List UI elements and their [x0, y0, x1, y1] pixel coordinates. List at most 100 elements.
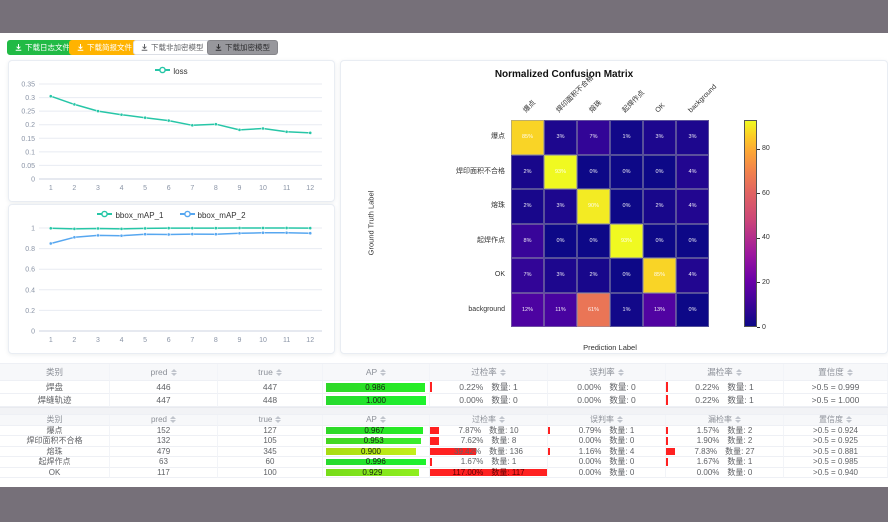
column-header-label: pred [150, 367, 167, 377]
sort-icon[interactable] [171, 369, 177, 376]
cell-misjudge-rate: 0.00%数量: 0 [548, 468, 666, 479]
rate-percent: 0.00% [577, 382, 601, 392]
svg-text:1: 1 [31, 226, 35, 233]
rate-percent: 1.57% [697, 426, 720, 435]
column-header-label: 误判率 [590, 415, 614, 425]
cell-true: 448 [218, 394, 323, 407]
legend-item-loss[interactable]: loss [155, 66, 187, 76]
download-encrypted-model-button[interactable]: 下载加密模型 [207, 40, 278, 55]
download-log-button[interactable]: 下载日志文件 [7, 40, 78, 55]
svg-text:5: 5 [143, 185, 147, 192]
rate-percent: 0.22% [695, 395, 719, 405]
download-report-button[interactable]: 下载简报文件 [69, 40, 140, 55]
cell-ap: 0.900 [323, 447, 430, 458]
column-header[interactable]: true [218, 364, 323, 381]
svg-text:8: 8 [214, 185, 218, 192]
sort-icon[interactable] [500, 369, 506, 376]
matrix-column-label: 爆点 [522, 99, 538, 115]
column-header[interactable]: true [218, 415, 323, 426]
ap-value: 0.900 [361, 447, 381, 456]
cell-true: 345 [218, 447, 323, 458]
svg-text:6: 6 [167, 185, 171, 192]
column-header[interactable]: AP [323, 364, 430, 381]
sort-icon[interactable] [170, 416, 176, 423]
metrics-tables: 类别predtrueAP过检率误判率漏检率置信度焊盘4464470.9860.2… [0, 363, 888, 478]
rate-percent: 7.83% [694, 447, 717, 456]
cell-ap: 0.996 [323, 457, 430, 468]
sort-icon[interactable] [617, 416, 623, 423]
svg-text:0.15: 0.15 [21, 136, 35, 143]
column-header[interactable]: pred [110, 415, 218, 426]
column-header[interactable]: 误判率 [548, 415, 666, 426]
column-header[interactable]: 置信度 [784, 364, 888, 381]
training-dashboard: 下载日志文件 下载简报文件 下载非加密模型 下载加密模型 loss 00.050… [0, 0, 888, 522]
column-header[interactable]: 过检率 [430, 415, 548, 426]
svg-text:2: 2 [72, 337, 76, 344]
cell-miss-rate: 0.22%数量: 1 [666, 381, 784, 394]
column-header[interactable]: AP [323, 415, 430, 426]
column-header-label: AP [366, 367, 377, 377]
matrix-column-label: 熔珠 [588, 99, 604, 115]
sort-icon[interactable] [736, 369, 742, 376]
svg-text:4: 4 [120, 337, 124, 344]
sort-icon[interactable] [275, 416, 281, 423]
matrix-cell: 13% [643, 293, 676, 328]
sort-icon[interactable] [618, 369, 624, 376]
cell-overdetect-rate: 7.62%数量: 8 [430, 436, 548, 447]
matrix-cell: 3% [676, 120, 709, 155]
rate-percent: 0.00% [577, 395, 601, 405]
ap-bar: 0.967 [326, 427, 426, 434]
column-header-label: pred [151, 415, 167, 424]
matrix-cell: 0% [676, 224, 709, 259]
svg-text:6: 6 [167, 337, 171, 344]
download-icon [141, 44, 148, 51]
rate-bar [548, 427, 550, 435]
sort-icon[interactable] [499, 416, 505, 423]
cell-class: OK [0, 468, 110, 479]
rate-percent: 1.67% [697, 457, 720, 466]
matrix-cell: 3% [643, 120, 676, 155]
column-header[interactable]: 漏检率 [666, 415, 784, 426]
matrix-cell: 0% [610, 189, 643, 224]
rate-bar [666, 458, 668, 466]
matrix-row-label: background [403, 306, 505, 314]
rate-percent: 7.87% [458, 426, 481, 435]
loss-line-chart: 00.050.10.150.20.250.30.3512345678910111… [11, 79, 330, 198]
column-header[interactable]: 置信度 [784, 415, 888, 426]
cell-overdetect-rate: 7.87%数量: 10 [430, 426, 548, 437]
sort-icon[interactable] [380, 416, 386, 423]
cell-miss-rate: 7.83%数量: 27 [666, 447, 784, 458]
svg-text:0.2: 0.2 [25, 122, 35, 129]
column-header[interactable]: 误判率 [548, 364, 666, 381]
rate-count: 数量: 1 [609, 426, 634, 436]
sort-icon[interactable] [847, 369, 853, 376]
column-header[interactable]: 过检率 [430, 364, 548, 381]
cell-class: 爆点 [0, 426, 110, 437]
table-row: 爆点1521270.9677.87%数量: 100.79%数量: 11.57%数… [0, 426, 888, 437]
legend-item-bbox-map-1[interactable]: bbox_mAP_1 [97, 210, 163, 220]
column-header[interactable]: 漏检率 [666, 364, 784, 381]
rate-percent: 0.00% [579, 468, 602, 477]
svg-text:12: 12 [306, 337, 314, 344]
svg-text:3: 3 [96, 185, 100, 192]
sort-icon[interactable] [735, 416, 741, 423]
svg-text:4: 4 [120, 185, 124, 192]
matrix-cell: 2% [511, 189, 544, 224]
sort-icon[interactable] [380, 369, 386, 376]
rate-bar [548, 448, 550, 456]
colorbar-tick-label: 60 [762, 190, 770, 197]
sort-icon[interactable] [276, 369, 282, 376]
legend-item-bbox-map-2[interactable]: bbox_mAP_2 [180, 210, 246, 220]
matrix-cell: 93% [610, 224, 643, 259]
cell-ap: 0.967 [323, 426, 430, 437]
column-header-label: 漏检率 [708, 415, 732, 425]
column-header[interactable]: pred [110, 364, 218, 381]
download-plain-model-button[interactable]: 下载非加密模型 [133, 40, 212, 55]
matrix-cell: 3% [544, 258, 577, 293]
svg-text:12: 12 [306, 185, 314, 192]
cell-pred: 446 [110, 381, 218, 394]
cell-confidence: >0.5 = 0.881 [784, 447, 888, 458]
table-header-row: 类别predtrueAP过检率误判率漏检率置信度 [0, 415, 888, 426]
sort-icon[interactable] [846, 416, 852, 423]
table-row: 焊盘4464470.9860.22%数量: 10.00%数量: 00.22%数量… [0, 381, 888, 394]
